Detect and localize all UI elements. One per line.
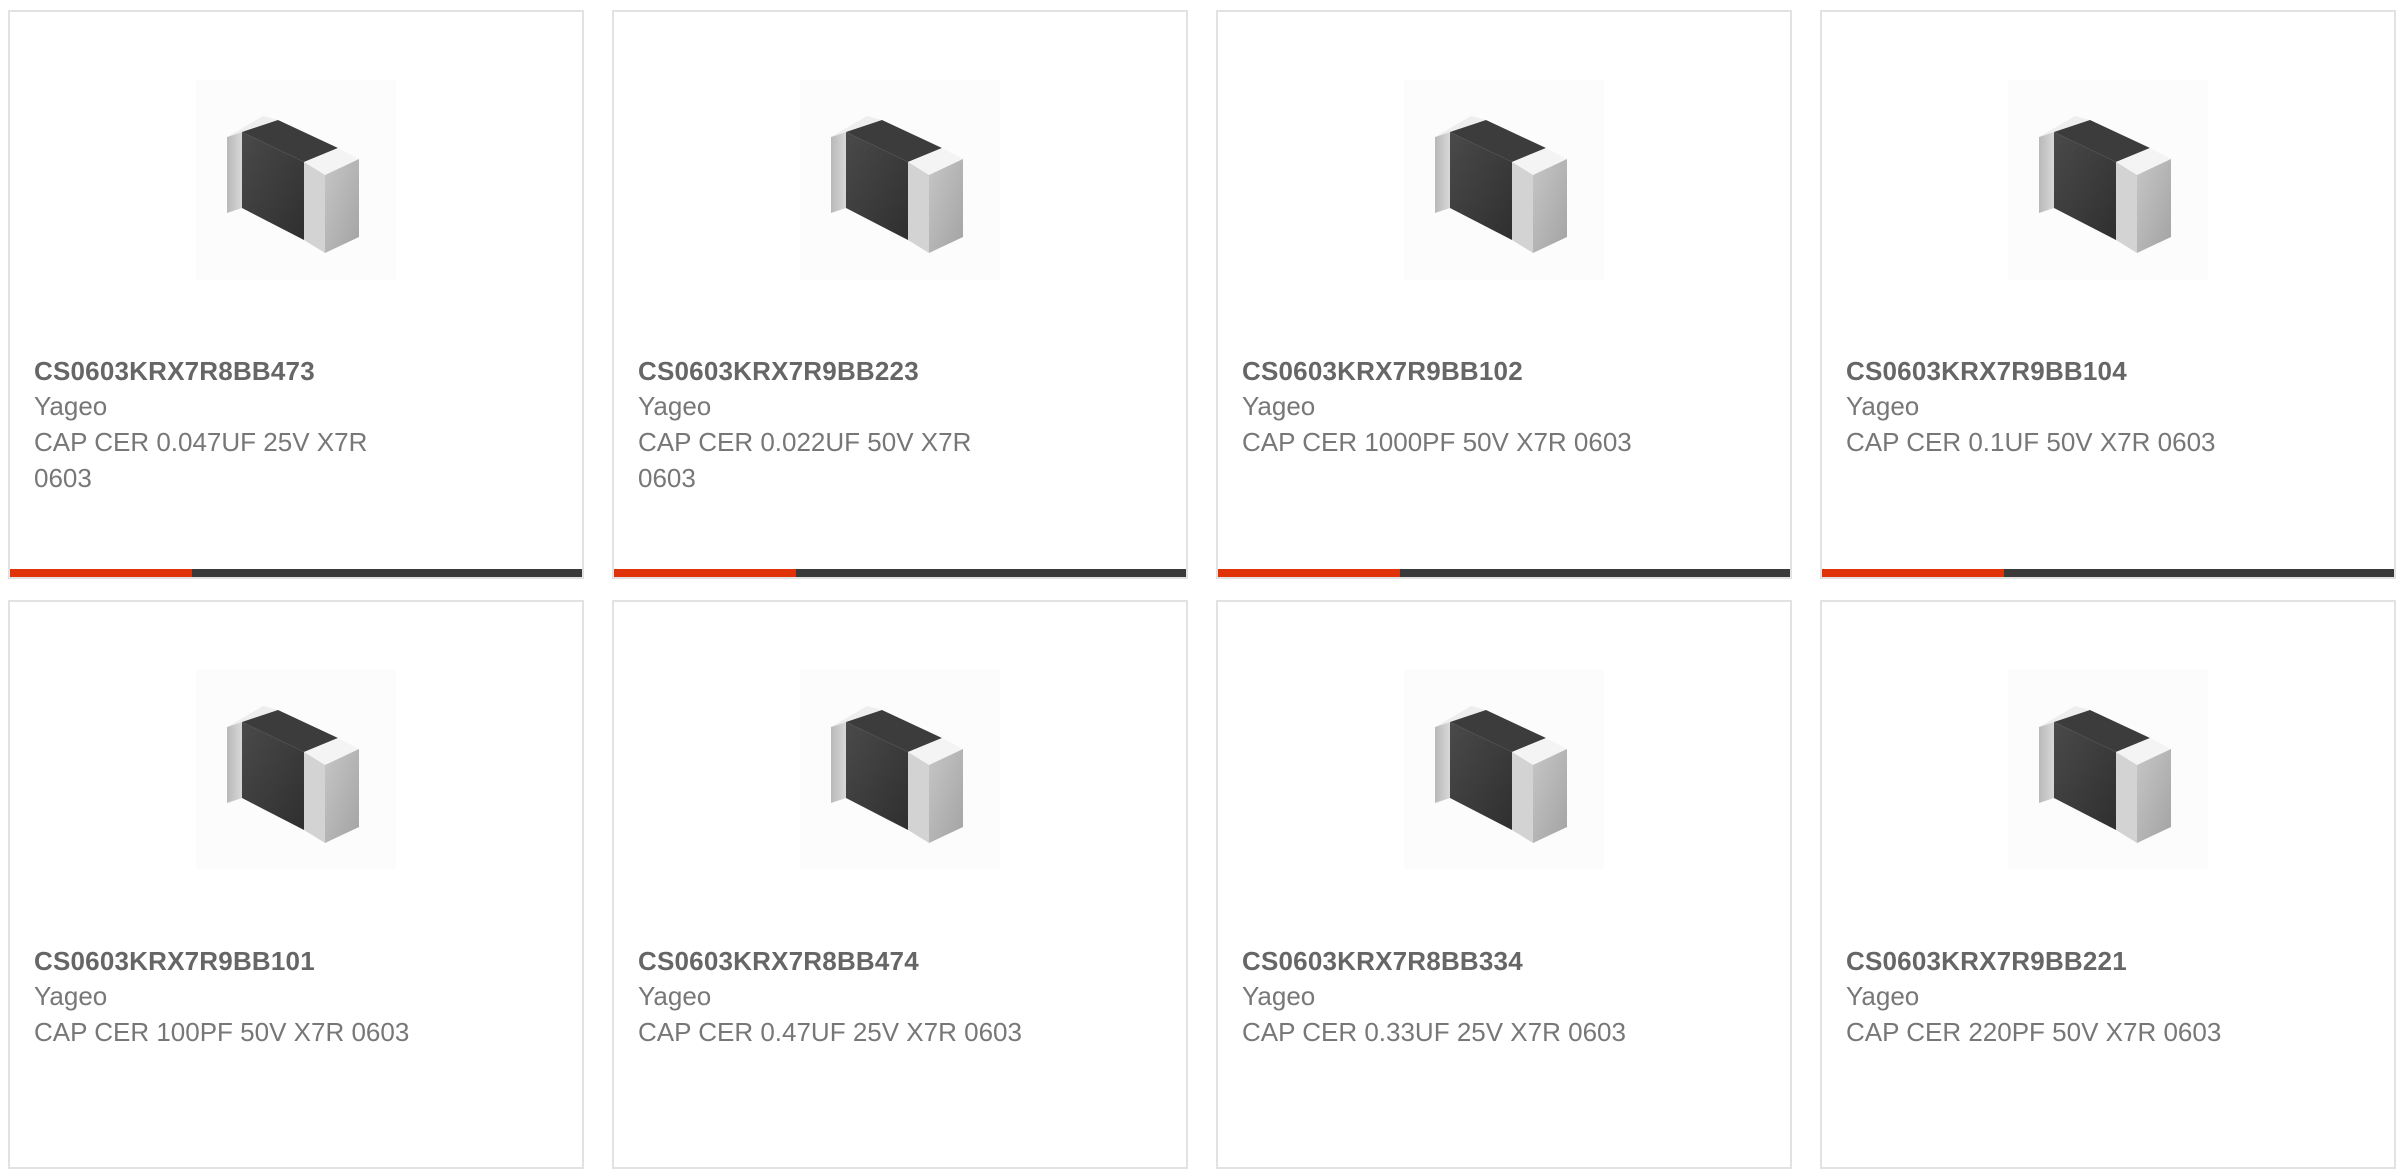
manufacturer-label: Yageo [638,391,712,421]
description-label: CAP CER 0.022UF 50V X7R 0603 [638,427,972,493]
smd-capacitor-icon[interactable] [196,670,396,870]
product-info: CS0603KRX7R8BB473 Yageo CAP CER 0.047UF … [34,354,454,496]
description-label: CAP CER 1000PF 50V X7R 0603 [1242,427,1632,457]
product-card[interactable]: CS0603KRX7R9BB101 Yageo CAP CER 100PF 50… [8,600,584,1169]
product-card[interactable]: CS0603KRX7R9BB223 Yageo CAP CER 0.022UF … [612,10,1188,579]
description-label: CAP CER 0.47UF 25V X7R 0603 [638,1017,1022,1047]
part-number-link[interactable]: CS0603KRX7R8BB334 [1242,944,1662,978]
smd-capacitor-icon[interactable] [800,80,1000,280]
description-label: CAP CER 0.047UF 25V X7R 0603 [34,427,368,493]
part-number-link[interactable]: CS0603KRX7R8BB474 [638,944,1058,978]
product-info: CS0603KRX7R8BB334 Yageo CAP CER 0.33UF 2… [1242,944,1662,1050]
card-footer-bar [1218,569,1790,577]
manufacturer-label: Yageo [1846,981,1920,1011]
card-footer-bar [1822,569,2394,577]
part-number-link[interactable]: CS0603KRX7R8BB473 [34,354,454,388]
description-label: CAP CER 0.1UF 50V X7R 0603 [1846,427,2216,457]
part-number-link[interactable]: CS0603KRX7R9BB102 [1242,354,1662,388]
product-info: CS0603KRX7R9BB102 Yageo CAP CER 1000PF 5… [1242,354,1662,460]
description-label: CAP CER 220PF 50V X7R 0603 [1846,1017,2222,1047]
product-info: CS0603KRX7R9BB221 Yageo CAP CER 220PF 50… [1846,944,2266,1050]
product-info: CS0603KRX7R9BB223 Yageo CAP CER 0.022UF … [638,354,1058,496]
card-accent-strip [1218,569,1400,577]
product-card[interactable]: CS0603KRX7R9BB104 Yageo CAP CER 0.1UF 50… [1820,10,2396,579]
card-accent-strip [1822,569,2004,577]
product-grid: CS0603KRX7R8BB473 Yageo CAP CER 0.047UF … [0,0,2400,1169]
card-accent-strip [10,569,192,577]
part-number-link[interactable]: CS0603KRX7R9BB221 [1846,944,2266,978]
product-info: CS0603KRX7R9BB104 Yageo CAP CER 0.1UF 50… [1846,354,2266,460]
product-info: CS0603KRX7R9BB101 Yageo CAP CER 100PF 50… [34,944,454,1050]
product-card[interactable]: CS0603KRX7R9BB221 Yageo CAP CER 220PF 50… [1820,600,2396,1169]
product-card[interactable]: CS0603KRX7R8BB473 Yageo CAP CER 0.047UF … [8,10,584,579]
smd-capacitor-icon[interactable] [2008,80,2208,280]
product-card[interactable]: CS0603KRX7R9BB102 Yageo CAP CER 1000PF 5… [1216,10,1792,579]
smd-capacitor-icon[interactable] [2008,670,2208,870]
description-label: CAP CER 100PF 50V X7R 0603 [34,1017,410,1047]
product-info: CS0603KRX7R8BB474 Yageo CAP CER 0.47UF 2… [638,944,1058,1050]
product-card[interactable]: CS0603KRX7R8BB474 Yageo CAP CER 0.47UF 2… [612,600,1188,1169]
product-card[interactable]: CS0603KRX7R8BB334 Yageo CAP CER 0.33UF 2… [1216,600,1792,1169]
card-footer-bar [614,569,1186,577]
smd-capacitor-icon[interactable] [1404,80,1604,280]
manufacturer-label: Yageo [1242,981,1316,1011]
part-number-link[interactable]: CS0603KRX7R9BB104 [1846,354,2266,388]
manufacturer-label: Yageo [34,391,108,421]
card-footer-bar [10,569,582,577]
part-number-link[interactable]: CS0603KRX7R9BB101 [34,944,454,978]
smd-capacitor-icon[interactable] [800,670,1000,870]
manufacturer-label: Yageo [1846,391,1920,421]
smd-capacitor-icon[interactable] [196,80,396,280]
manufacturer-label: Yageo [1242,391,1316,421]
manufacturer-label: Yageo [34,981,108,1011]
part-number-link[interactable]: CS0603KRX7R9BB223 [638,354,1058,388]
description-label: CAP CER 0.33UF 25V X7R 0603 [1242,1017,1626,1047]
smd-capacitor-icon[interactable] [1404,670,1604,870]
card-accent-strip [614,569,796,577]
manufacturer-label: Yageo [638,981,712,1011]
